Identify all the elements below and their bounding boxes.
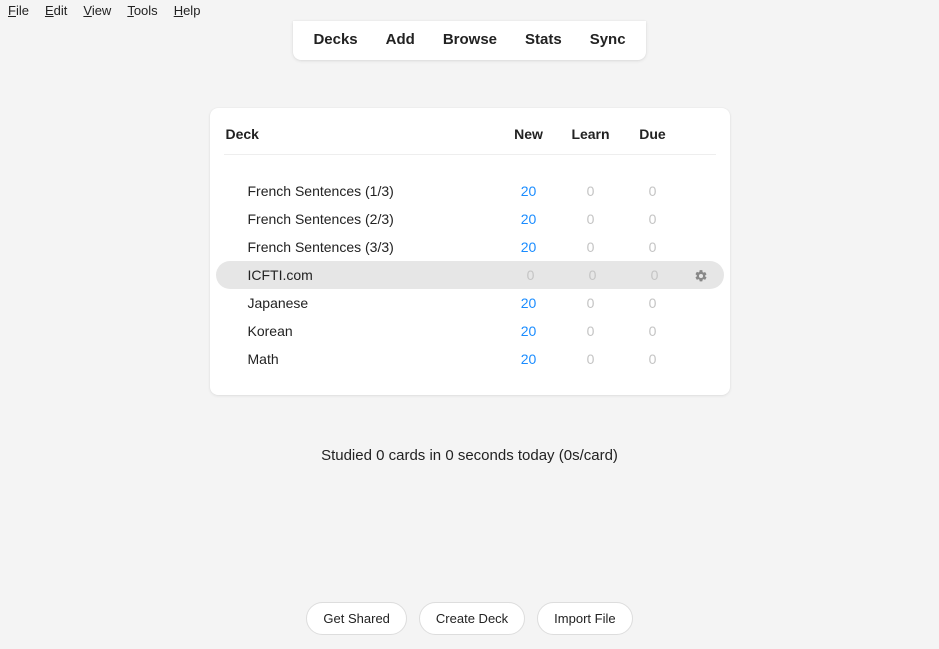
deck-learn-count: 0 (560, 211, 622, 227)
deck-due-count: 0 (622, 239, 684, 255)
deck-learn-count: 0 (560, 323, 622, 339)
deck-name[interactable]: ICFTI.com (248, 267, 500, 283)
deck-learn-count: 0 (560, 239, 622, 255)
status-line: Studied 0 cards in 0 seconds today (0s/c… (0, 447, 939, 464)
deck-due-count: 0 (622, 351, 684, 367)
deck-panel: Deck New Learn Due French Sentences (1/3… (210, 108, 730, 395)
deck-row[interactable]: Math2000 (224, 345, 716, 373)
deck-due-count: 0 (622, 295, 684, 311)
get-shared-button[interactable]: Get Shared (306, 602, 407, 635)
deck-learn-count: 0 (562, 267, 624, 283)
tab-decks[interactable]: Decks (299, 21, 371, 60)
deck-learn-count: 0 (560, 295, 622, 311)
deck-due-count: 0 (622, 323, 684, 339)
deck-table-body: French Sentences (1/3)2000French Sentenc… (224, 155, 716, 373)
menubar: File Edit View Tools Help (0, 0, 939, 21)
header-due: Due (622, 126, 684, 142)
deck-new-count: 20 (498, 211, 560, 227)
deck-learn-count: 0 (560, 351, 622, 367)
tab-stats[interactable]: Stats (511, 21, 576, 60)
header-new: New (498, 126, 560, 142)
header-deck: Deck (226, 126, 498, 142)
menu-edit[interactable]: Edit (45, 3, 67, 18)
gear-icon[interactable] (694, 267, 708, 283)
create-deck-button[interactable]: Create Deck (419, 602, 525, 635)
tab-browse[interactable]: Browse (429, 21, 511, 60)
deck-name[interactable]: French Sentences (2/3) (248, 211, 498, 227)
deck-name[interactable]: Math (248, 351, 498, 367)
deck-new-count: 0 (500, 267, 562, 283)
deck-new-count: 20 (498, 323, 560, 339)
deck-table-header: Deck New Learn Due (224, 122, 716, 155)
deck-row[interactable]: French Sentences (1/3)2000 (224, 177, 716, 205)
bottom-bar: Get Shared Create Deck Import File (0, 602, 939, 635)
deck-name[interactable]: Japanese (248, 295, 498, 311)
deck-row[interactable]: French Sentences (2/3)2000 (224, 205, 716, 233)
deck-new-count: 20 (498, 295, 560, 311)
deck-new-count: 20 (498, 239, 560, 255)
deck-due-count: 0 (622, 183, 684, 199)
header-learn: Learn (560, 126, 622, 142)
deck-new-count: 20 (498, 183, 560, 199)
deck-name[interactable]: French Sentences (1/3) (248, 183, 498, 199)
deck-row[interactable]: ICFTI.com000 (216, 261, 724, 289)
deck-row[interactable]: Japanese2000 (224, 289, 716, 317)
menu-file[interactable]: File (8, 3, 29, 18)
menu-view[interactable]: View (83, 3, 111, 18)
deck-due-count: 0 (622, 211, 684, 227)
deck-name[interactable]: French Sentences (3/3) (248, 239, 498, 255)
deck-row[interactable]: Korean2000 (224, 317, 716, 345)
menu-tools[interactable]: Tools (127, 3, 157, 18)
tab-add[interactable]: Add (372, 21, 429, 60)
tab-sync[interactable]: Sync (576, 21, 640, 60)
tab-bar: Decks Add Browse Stats Sync (293, 21, 645, 60)
menu-help[interactable]: Help (174, 3, 201, 18)
deck-name[interactable]: Korean (248, 323, 498, 339)
deck-learn-count: 0 (560, 183, 622, 199)
deck-due-count: 0 (624, 267, 686, 283)
import-file-button[interactable]: Import File (537, 602, 632, 635)
deck-new-count: 20 (498, 351, 560, 367)
deck-row[interactable]: French Sentences (3/3)2000 (224, 233, 716, 261)
